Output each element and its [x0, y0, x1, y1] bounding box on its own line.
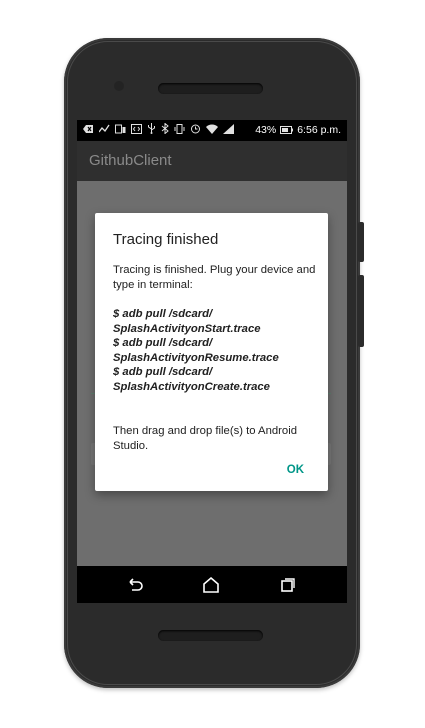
- back-icon[interactable]: [125, 575, 145, 595]
- ok-button[interactable]: OK: [287, 464, 304, 476]
- command-line: $ adb pull /sdcard/: [113, 308, 213, 320]
- home-icon[interactable]: [201, 575, 221, 595]
- dialog-footer: Then drag and drop file(s) to Android St…: [113, 425, 297, 452]
- command-line: SplashActivityonResume.trace: [113, 351, 279, 364]
- trend-icon: [99, 124, 110, 132]
- wifi-icon: [206, 124, 218, 134]
- recents-icon[interactable]: [277, 575, 297, 595]
- dialog-message: Tracing is finished. Plug your device an…: [113, 263, 318, 453]
- signal-icon: [223, 123, 234, 134]
- app-title: GithubClient: [89, 152, 172, 169]
- tracing-dialog: Tracing finished Tracing is finished. Pl…: [95, 213, 328, 491]
- code-icon: [131, 123, 142, 134]
- power-button: [358, 222, 364, 262]
- dialog-title: Tracing finished: [113, 231, 219, 248]
- dialog-intro: Tracing is finished. Plug your device an…: [113, 264, 316, 291]
- status-bar: 43% 6:56 p.m.: [77, 120, 347, 141]
- navigation-bar: [77, 566, 347, 603]
- vibrate-icon: [174, 123, 185, 134]
- notification-icon: [83, 124, 93, 133]
- front-camera: [114, 81, 124, 91]
- usb-icon: [148, 123, 155, 134]
- devices-icon: [115, 124, 126, 133]
- battery-percent: 43%: [255, 124, 277, 136]
- command-line: SplashActivityonStart.trace: [113, 322, 261, 335]
- status-icons: [83, 123, 234, 134]
- dialog-commands: $ adb pull /sdcard/ SplashActivityonStar…: [113, 307, 318, 394]
- earpiece-speaker: [158, 83, 263, 94]
- command-line: SplashActivityonCreate.trace: [113, 380, 270, 393]
- command-line: $ adb pull /sdcard/: [113, 337, 213, 349]
- clock: 6:56 p.m.: [297, 124, 341, 136]
- status-right: 43% 6:56 p.m.: [255, 123, 341, 137]
- app-bar: GithubClient: [77, 141, 347, 181]
- command-line: $ adb pull /sdcard/: [113, 366, 213, 378]
- alarm-icon: [191, 124, 200, 134]
- battery-icon: [280, 126, 294, 134]
- volume-button: [358, 275, 364, 347]
- bottom-speaker: [158, 630, 263, 641]
- bluetooth-icon: [161, 123, 169, 134]
